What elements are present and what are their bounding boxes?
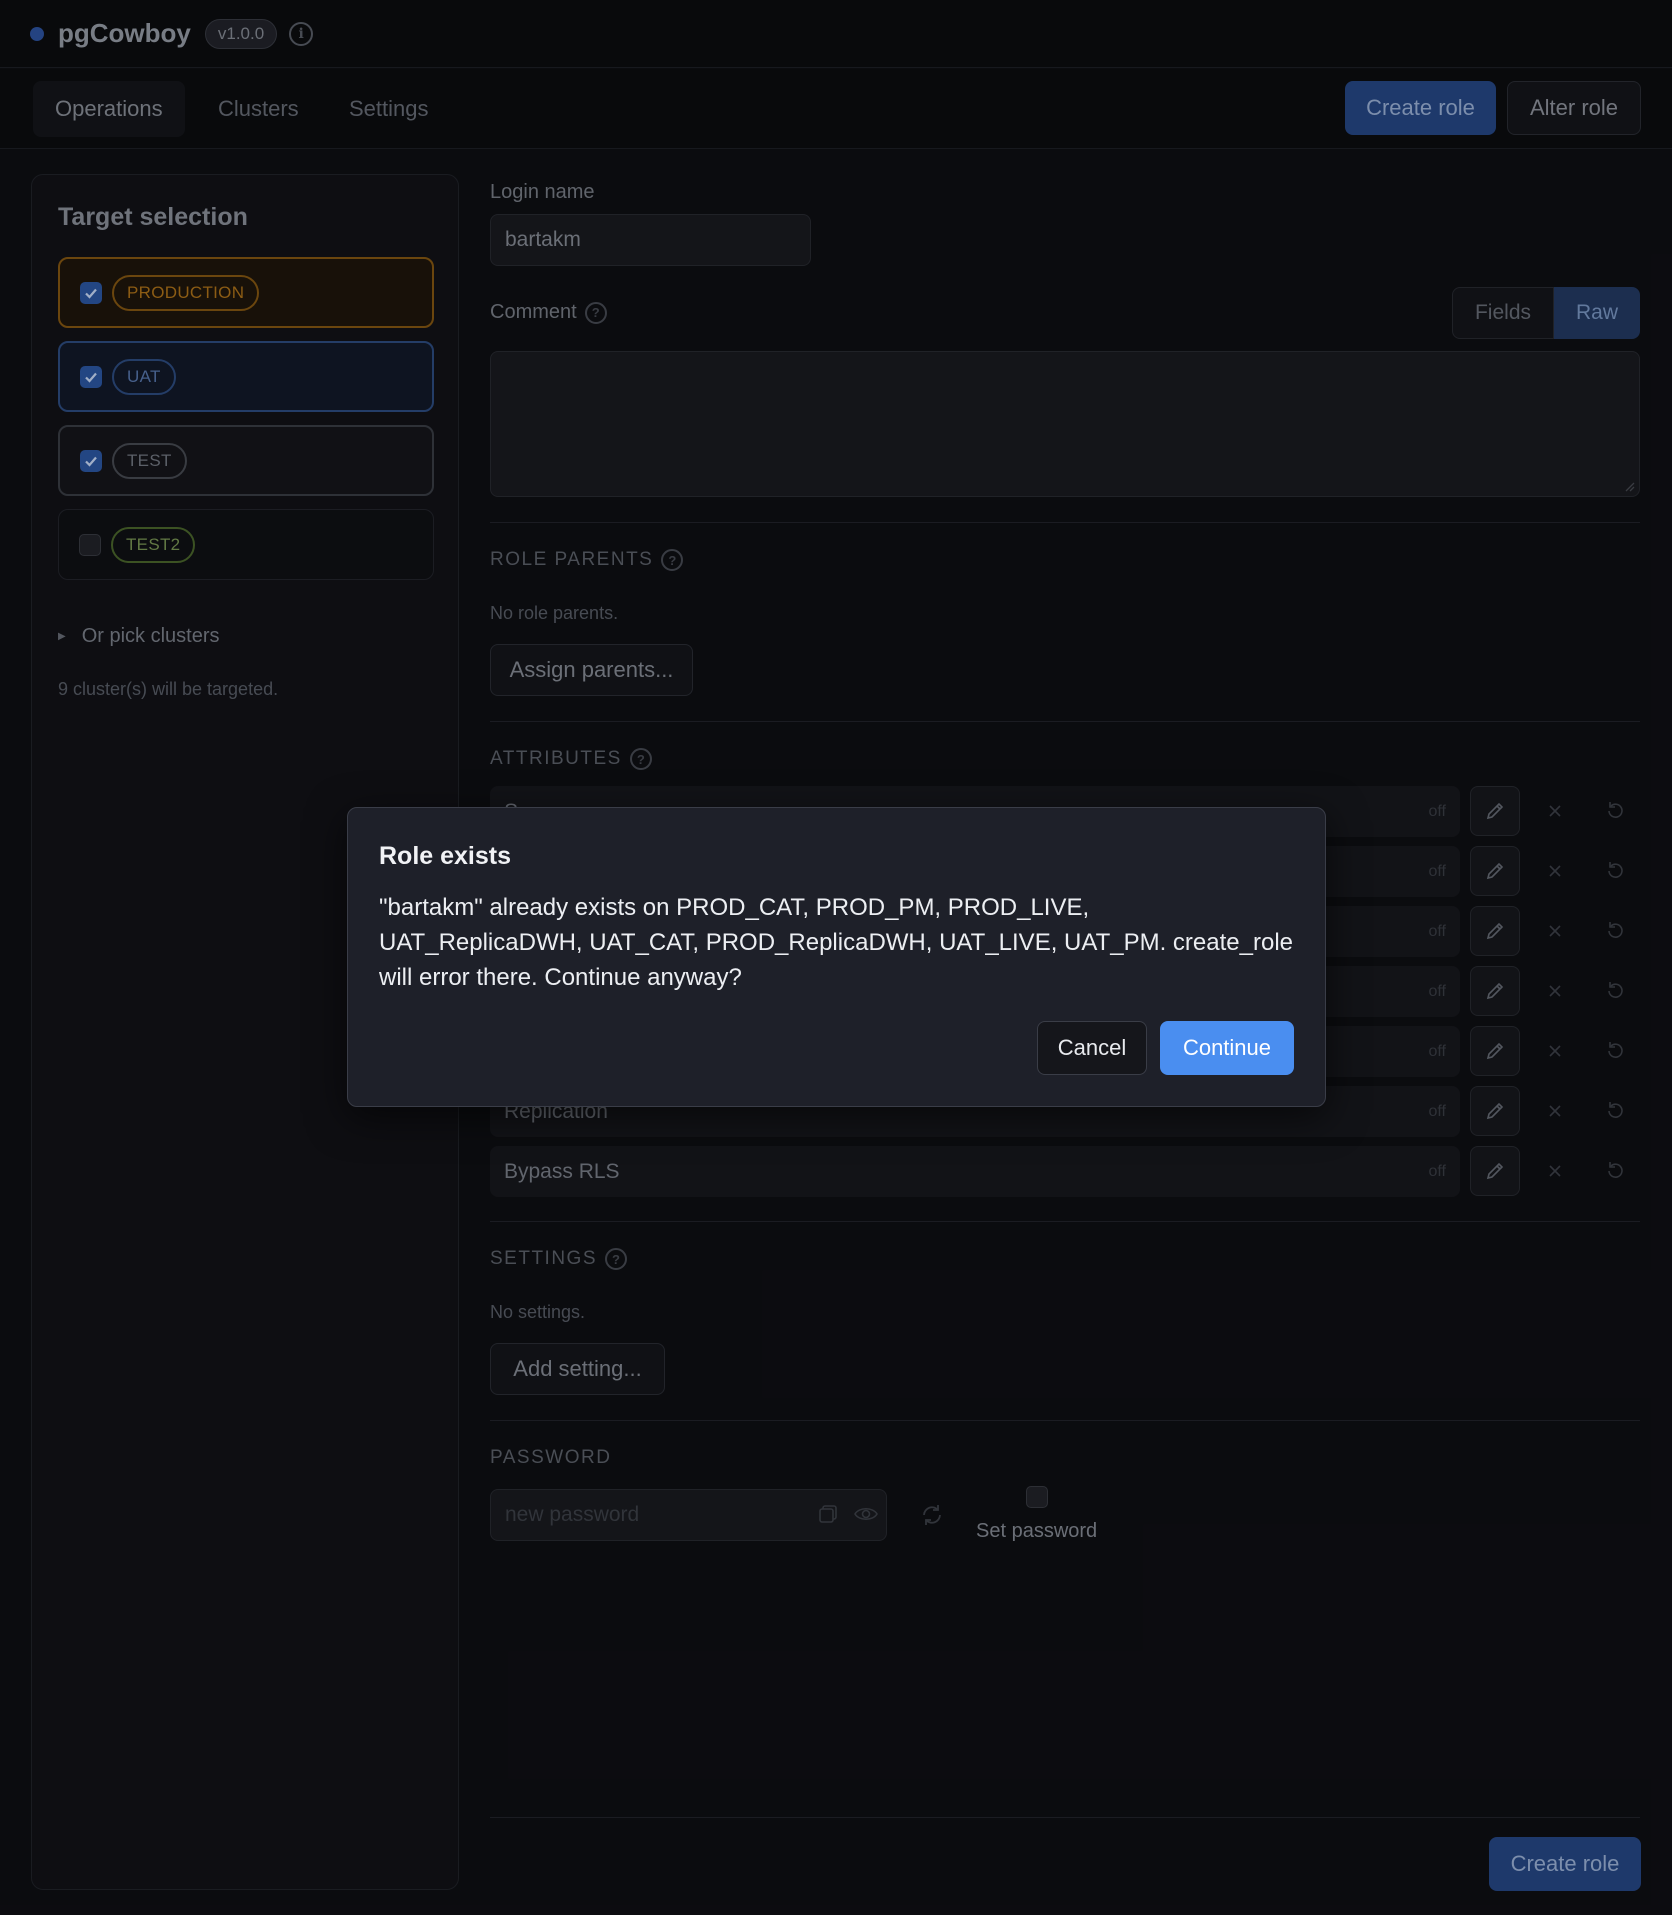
cancel-button[interactable]: Cancel [1037, 1021, 1147, 1075]
dialog-title: Role exists [379, 842, 512, 870]
role-exists-dialog: Role exists "bartakm" already exists on … [347, 807, 1326, 1107]
dialog-message: "bartakm" already exists on PROD_CAT, PR… [379, 894, 1294, 991]
continue-button[interactable]: Continue [1160, 1021, 1294, 1075]
